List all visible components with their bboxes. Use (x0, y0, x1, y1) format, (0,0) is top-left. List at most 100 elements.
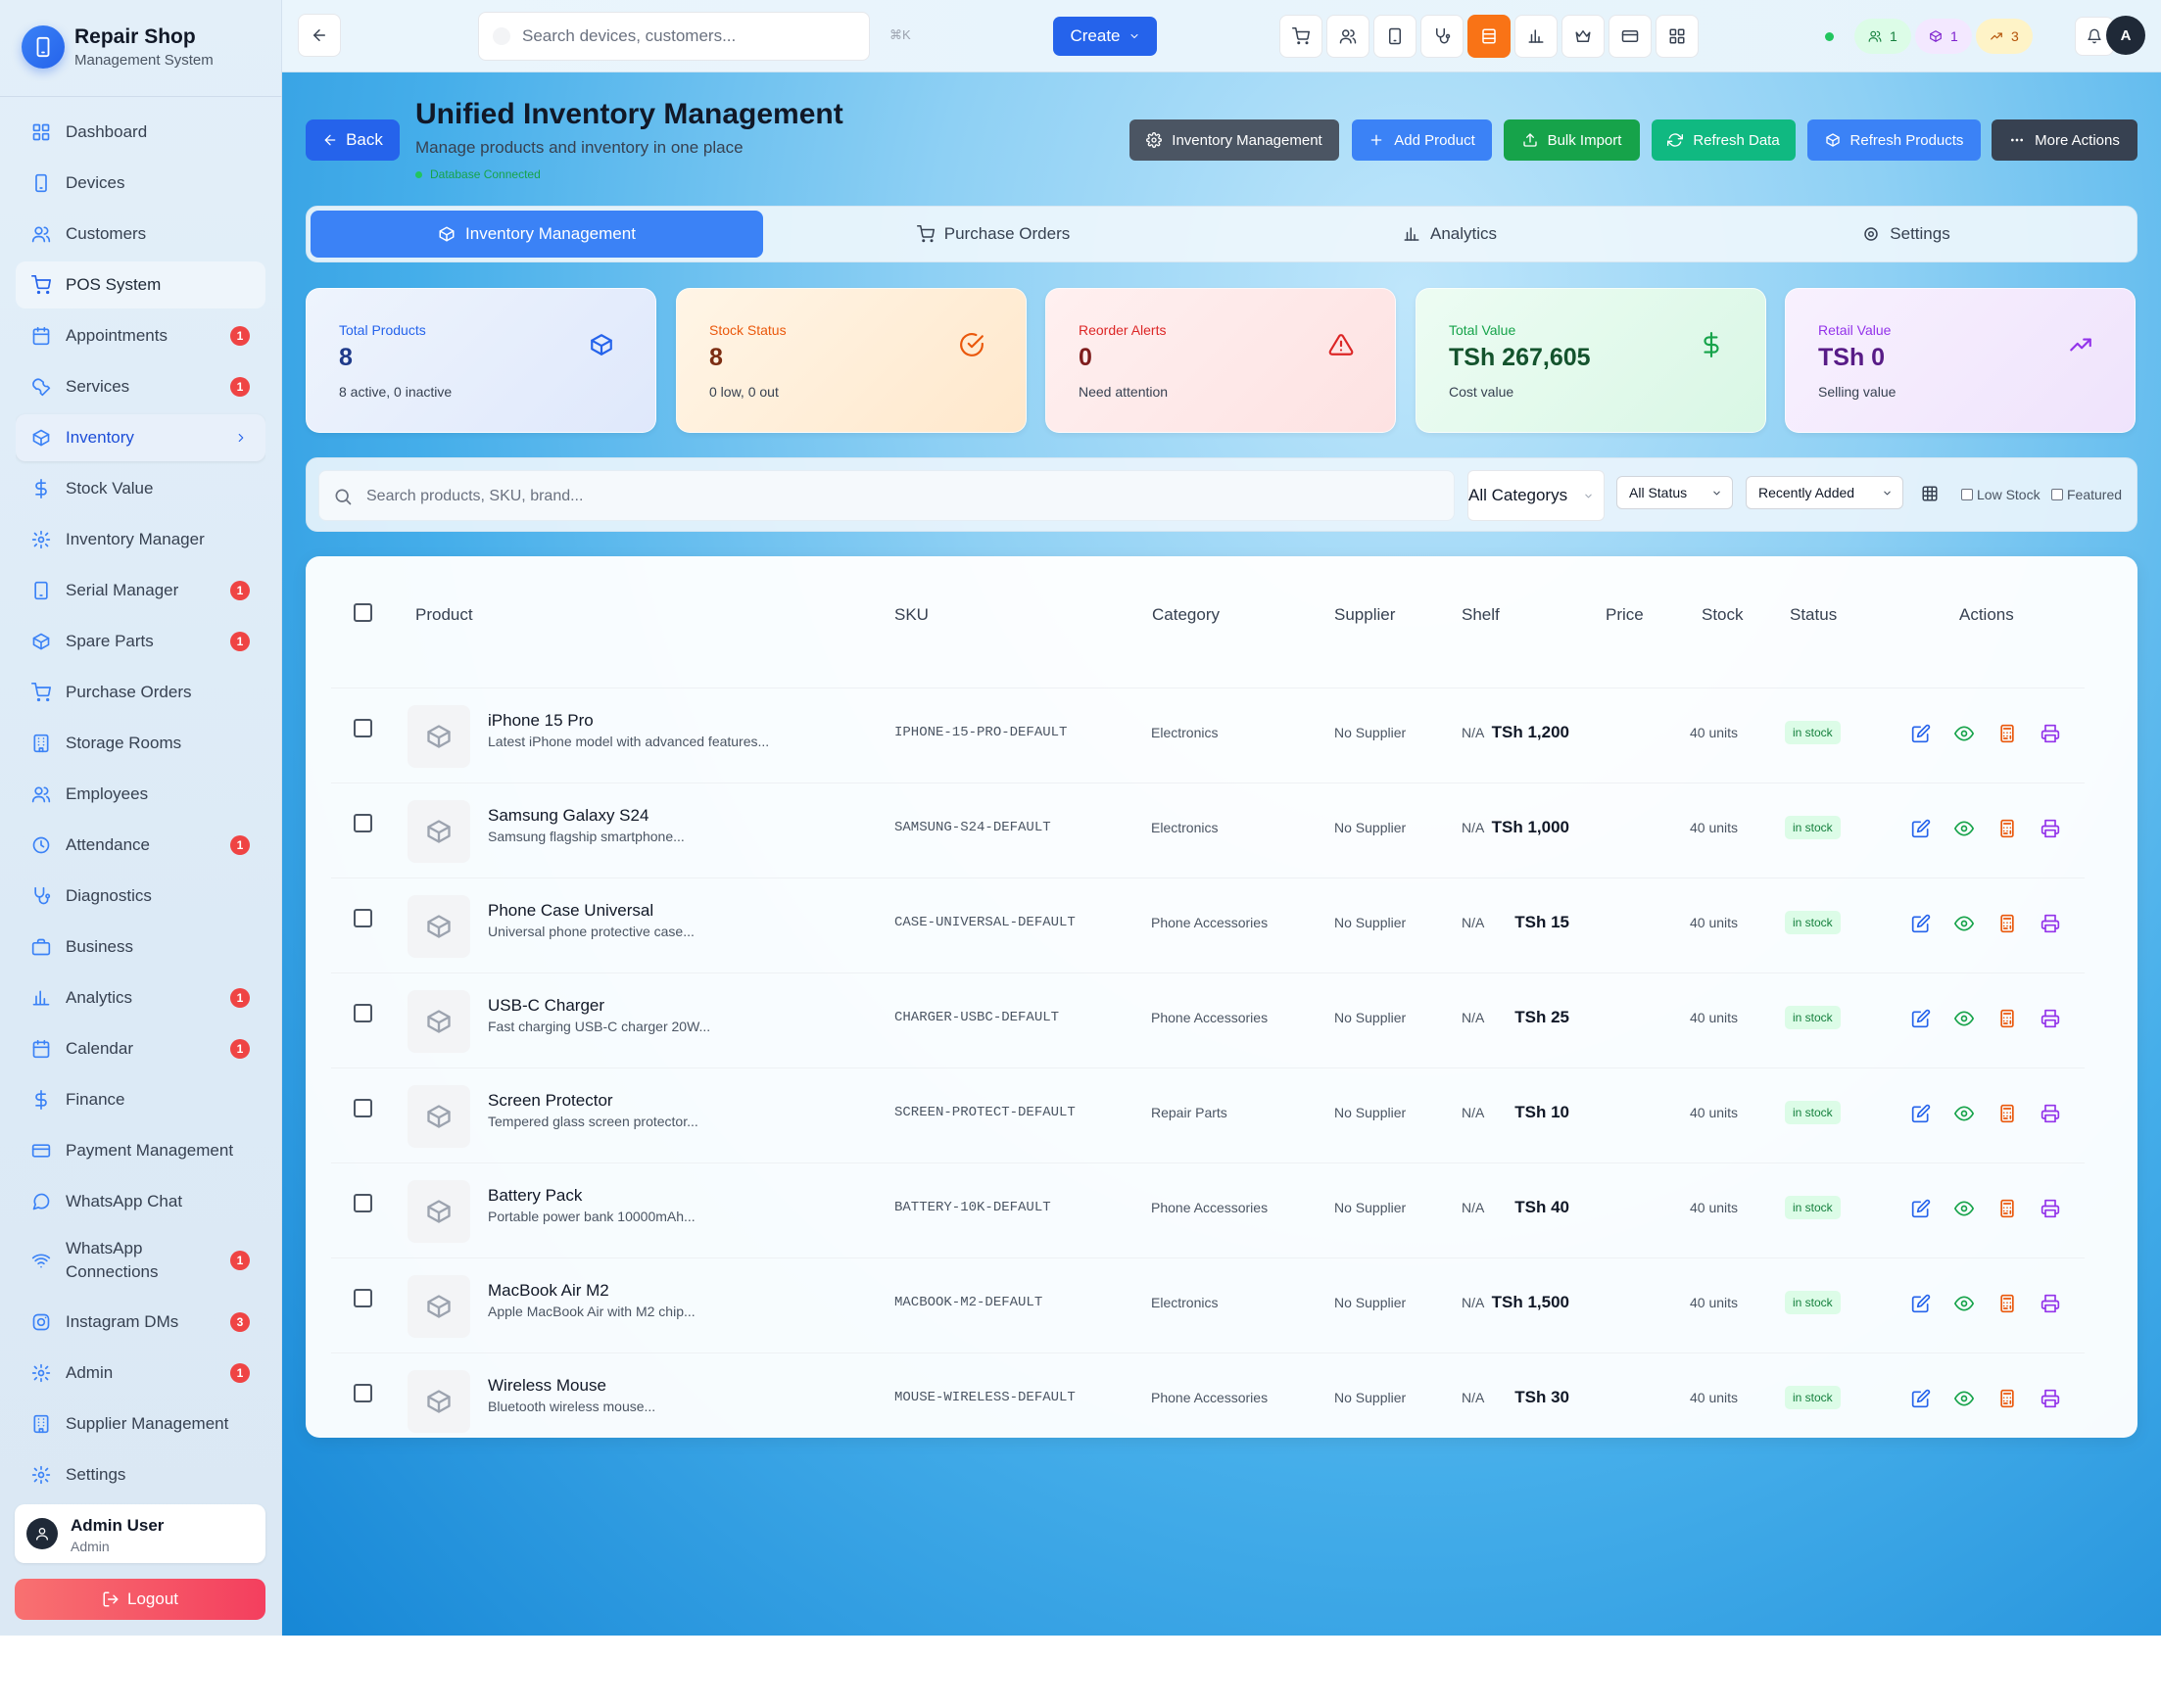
sidebar-item-instagram-dms[interactable]: Instagram DMs 3 (16, 1299, 265, 1346)
sidebar-item-business[interactable]: Business (16, 924, 265, 971)
edit-icon[interactable] (1911, 914, 1931, 933)
quick-nav-crown-button[interactable] (1561, 15, 1605, 58)
tab-inventory-management[interactable]: Inventory Management (311, 211, 763, 258)
products-count-pill[interactable]: 1 (1915, 19, 1972, 54)
sidebar-item-whatsapp-chat[interactable]: WhatsApp Chat (16, 1178, 265, 1225)
calculator-icon[interactable] (1997, 819, 2017, 838)
logout-button[interactable]: Logout (15, 1579, 265, 1620)
table-row[interactable]: MacBook Air M2 Apple MacBook Air with M2 … (331, 1257, 2085, 1352)
calculator-icon[interactable] (1997, 1199, 2017, 1218)
sidebar-item-finance[interactable]: Finance (16, 1076, 265, 1123)
product-search-input[interactable] (366, 485, 1434, 508)
table-row[interactable]: Wireless Mouse Bluetooth wireless mouse..… (331, 1352, 2085, 1447)
column-category[interactable]: Category (1152, 605, 1220, 625)
sidebar-item-devices[interactable]: Devices (16, 160, 265, 207)
sort-select[interactable]: Recently Added (1746, 476, 1903, 509)
users-count-pill[interactable]: 1 (1854, 19, 1911, 54)
sidebar-item-dashboard[interactable]: Dashboard (16, 109, 265, 156)
sidebar-item-inventory-manager[interactable]: Inventory Manager (16, 516, 265, 563)
back-button[interactable]: Back (306, 119, 400, 161)
printer-icon[interactable] (2041, 819, 2060, 838)
sidebar-item-whatsapp-connections[interactable]: WhatsApp Connections 1 (16, 1229, 265, 1292)
table-row[interactable]: Screen Protector Tempered glass screen pr… (331, 1068, 2085, 1162)
quick-nav-inventory-button[interactable] (1467, 15, 1511, 58)
calculator-icon[interactable] (1997, 1009, 2017, 1028)
quick-nav-cart-button[interactable] (1279, 15, 1322, 58)
edit-icon[interactable] (1911, 1294, 1931, 1313)
column-sku[interactable]: SKU (894, 605, 929, 625)
edit-icon[interactable] (1911, 724, 1931, 743)
eye-icon[interactable] (1954, 1009, 1974, 1028)
table-row[interactable]: USB-C Charger Fast charging USB-C charger… (331, 973, 2085, 1068)
row-checkbox[interactable] (354, 1194, 372, 1212)
table-row[interactable]: Samsung Galaxy S24 Samsung flagship smart… (331, 783, 2085, 878)
select-all-checkbox[interactable] (354, 603, 372, 622)
global-search-input[interactable] (522, 26, 855, 46)
user-card[interactable]: Admin User Admin (15, 1504, 265, 1563)
profile-avatar[interactable]: A (2106, 16, 2145, 55)
quick-nav-credit-card-button[interactable] (1609, 15, 1652, 58)
table-row[interactable]: iPhone 15 Pro Latest iPhone model with ad… (331, 688, 2085, 783)
printer-icon[interactable] (2041, 1009, 2060, 1028)
global-search[interactable] (478, 12, 870, 61)
product-name[interactable]: MacBook Air M2 (488, 1281, 609, 1301)
category-select[interactable]: All Categorys (1467, 470, 1605, 521)
edit-icon[interactable] (1911, 1009, 1931, 1028)
sidebar-item-employees[interactable]: Employees (16, 771, 265, 818)
product-name[interactable]: Battery Pack (488, 1186, 582, 1206)
quick-nav-tablet-button[interactable] (1373, 15, 1417, 58)
column-price[interactable]: Price (1606, 605, 1644, 625)
calculator-icon[interactable] (1997, 1389, 2017, 1408)
calculator-icon[interactable] (1997, 1294, 2017, 1313)
printer-icon[interactable] (2041, 1389, 2060, 1408)
tab-purchase-orders[interactable]: Purchase Orders (767, 211, 1220, 258)
low-stock-toggle[interactable]: Low Stock (1961, 487, 2041, 502)
sidebar-item-appointments[interactable]: Appointments 1 (16, 312, 265, 359)
edit-icon[interactable] (1911, 1104, 1931, 1123)
status-select[interactable]: All Status (1616, 476, 1733, 509)
product-name[interactable]: Phone Case Universal (488, 901, 653, 921)
edit-icon[interactable] (1911, 819, 1931, 838)
trending-count-pill[interactable]: 3 (1976, 19, 2033, 54)
product-name[interactable]: USB-C Charger (488, 996, 604, 1016)
sidebar-item-inventory[interactable]: Inventory (16, 414, 265, 461)
sidebar-item-serial-manager[interactable]: Serial Manager 1 (16, 567, 265, 614)
refresh-products-button[interactable]: Refresh Products (1807, 119, 1981, 161)
quick-nav-grid-button[interactable] (1656, 15, 1699, 58)
edit-icon[interactable] (1911, 1389, 1931, 1408)
sidebar-item-purchase-orders[interactable]: Purchase Orders (16, 669, 265, 716)
low-stock-checkbox[interactable] (1961, 489, 1973, 500)
sidebar-item-spare-parts[interactable]: Spare Parts 1 (16, 618, 265, 665)
bulk-import-button[interactable]: Bulk Import (1504, 119, 1640, 161)
eye-icon[interactable] (1954, 1199, 1974, 1218)
refresh-data-button[interactable]: Refresh Data (1652, 119, 1796, 161)
row-checkbox[interactable] (354, 1004, 372, 1022)
sidebar-item-services[interactable]: Services 1 (16, 363, 265, 410)
column-supplier[interactable]: Supplier (1334, 605, 1395, 625)
sidebar-item-calendar[interactable]: Calendar 1 (16, 1025, 265, 1072)
sidebar-item-analytics[interactable]: Analytics 1 (16, 974, 265, 1021)
row-checkbox[interactable] (354, 1384, 372, 1402)
quick-nav-users-button[interactable] (1326, 15, 1369, 58)
printer-icon[interactable] (2041, 1104, 2060, 1123)
printer-icon[interactable] (2041, 1294, 2060, 1313)
calculator-icon[interactable] (1997, 724, 2017, 743)
product-name[interactable]: Samsung Galaxy S24 (488, 806, 648, 826)
product-search[interactable] (318, 470, 1455, 521)
inventory-management-button[interactable]: Inventory Management (1129, 119, 1339, 161)
sidebar-item-stock-value[interactable]: Stock Value (16, 465, 265, 512)
table-row[interactable]: Phone Case Universal Universal phone prot… (331, 878, 2085, 973)
sidebar-item-customers[interactable]: Customers (16, 211, 265, 258)
sidebar-item-settings[interactable]: Settings (16, 1451, 265, 1490)
eye-icon[interactable] (1954, 914, 1974, 933)
calculator-icon[interactable] (1997, 1104, 2017, 1123)
column-shelf[interactable]: Shelf (1462, 605, 1500, 625)
eye-icon[interactable] (1954, 1104, 1974, 1123)
eye-icon[interactable] (1954, 819, 1974, 838)
row-checkbox[interactable] (354, 1289, 372, 1307)
featured-checkbox[interactable] (2051, 489, 2063, 500)
calculator-icon[interactable] (1997, 914, 2017, 933)
sidebar-item-diagnostics[interactable]: Diagnostics (16, 873, 265, 920)
row-checkbox[interactable] (354, 814, 372, 832)
create-button[interactable]: Create (1053, 17, 1157, 56)
